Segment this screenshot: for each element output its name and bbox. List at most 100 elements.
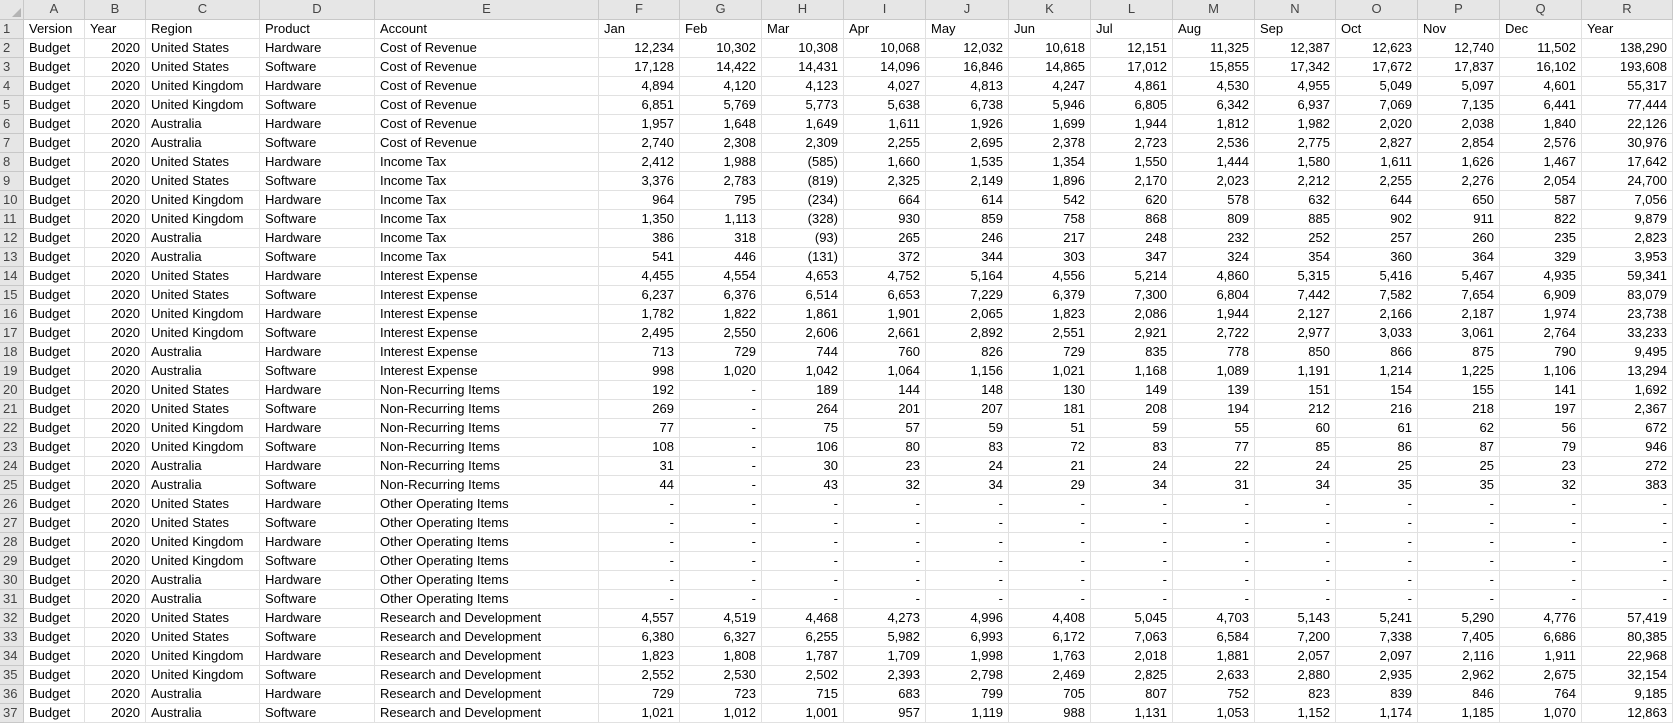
cell-m15[interactable]: 6,804 (1173, 286, 1255, 305)
row-header-2[interactable]: 2 (0, 39, 24, 58)
cell-j5[interactable]: 6,738 (926, 96, 1009, 115)
cell-q34[interactable]: 1,911 (1500, 647, 1582, 666)
column-header-l[interactable]: L (1091, 0, 1173, 20)
header-cell-c[interactable]: Region (146, 20, 260, 39)
cell-i20[interactable]: 144 (844, 381, 926, 400)
column-header-k[interactable]: K (1009, 0, 1091, 20)
cell-a34[interactable]: Budget (24, 647, 85, 666)
cell-e8[interactable]: Income Tax (375, 153, 599, 172)
cell-h21[interactable]: 264 (762, 400, 844, 419)
cell-m24[interactable]: 22 (1173, 457, 1255, 476)
cell-r33[interactable]: 80,385 (1582, 628, 1673, 647)
cell-a9[interactable]: Budget (24, 172, 85, 191)
cell-g20[interactable]: - (680, 381, 762, 400)
cell-o25[interactable]: 35 (1336, 476, 1418, 495)
cell-o20[interactable]: 154 (1336, 381, 1418, 400)
cell-p19[interactable]: 1,225 (1418, 362, 1500, 381)
cell-b9[interactable]: 2020 (85, 172, 146, 191)
cell-a14[interactable]: Budget (24, 267, 85, 286)
cell-n19[interactable]: 1,191 (1255, 362, 1336, 381)
cell-g14[interactable]: 4,554 (680, 267, 762, 286)
cell-a16[interactable]: Budget (24, 305, 85, 324)
cell-j7[interactable]: 2,695 (926, 134, 1009, 153)
cell-h15[interactable]: 6,514 (762, 286, 844, 305)
cell-i13[interactable]: 372 (844, 248, 926, 267)
cell-o6[interactable]: 2,020 (1336, 115, 1418, 134)
cell-i21[interactable]: 201 (844, 400, 926, 419)
cell-i6[interactable]: 1,611 (844, 115, 926, 134)
cell-a6[interactable]: Budget (24, 115, 85, 134)
cell-a32[interactable]: Budget (24, 609, 85, 628)
cell-e5[interactable]: Cost of Revenue (375, 96, 599, 115)
cell-f14[interactable]: 4,455 (599, 267, 680, 286)
cell-l9[interactable]: 2,170 (1091, 172, 1173, 191)
cell-l26[interactable]: - (1091, 495, 1173, 514)
cell-r7[interactable]: 30,976 (1582, 134, 1673, 153)
cell-l20[interactable]: 149 (1091, 381, 1173, 400)
cell-d37[interactable]: Software (260, 704, 375, 723)
cell-r24[interactable]: 272 (1582, 457, 1673, 476)
cell-q5[interactable]: 6,441 (1500, 96, 1582, 115)
cell-j23[interactable]: 83 (926, 438, 1009, 457)
cell-i35[interactable]: 2,393 (844, 666, 926, 685)
cell-g5[interactable]: 5,769 (680, 96, 762, 115)
row-header-30[interactable]: 30 (0, 571, 24, 590)
cell-i8[interactable]: 1,660 (844, 153, 926, 172)
cell-i25[interactable]: 32 (844, 476, 926, 495)
cell-e36[interactable]: Research and Development (375, 685, 599, 704)
cell-a13[interactable]: Budget (24, 248, 85, 267)
cell-c16[interactable]: United Kingdom (146, 305, 260, 324)
cell-r4[interactable]: 55,317 (1582, 77, 1673, 96)
cell-e27[interactable]: Other Operating Items (375, 514, 599, 533)
cell-c25[interactable]: Australia (146, 476, 260, 495)
cell-n3[interactable]: 17,342 (1255, 58, 1336, 77)
cell-o18[interactable]: 866 (1336, 343, 1418, 362)
header-cell-q[interactable]: Dec (1500, 20, 1582, 39)
cell-a18[interactable]: Budget (24, 343, 85, 362)
cell-n18[interactable]: 850 (1255, 343, 1336, 362)
cell-b24[interactable]: 2020 (85, 457, 146, 476)
cell-i31[interactable]: - (844, 590, 926, 609)
row-header-18[interactable]: 18 (0, 343, 24, 362)
cell-f7[interactable]: 2,740 (599, 134, 680, 153)
cell-b3[interactable]: 2020 (85, 58, 146, 77)
cell-h36[interactable]: 715 (762, 685, 844, 704)
cell-n23[interactable]: 85 (1255, 438, 1336, 457)
cell-g22[interactable]: - (680, 419, 762, 438)
cell-b7[interactable]: 2020 (85, 134, 146, 153)
cell-e30[interactable]: Other Operating Items (375, 571, 599, 590)
cell-d26[interactable]: Hardware (260, 495, 375, 514)
cell-d30[interactable]: Hardware (260, 571, 375, 590)
cell-p26[interactable]: - (1418, 495, 1500, 514)
column-header-g[interactable]: G (680, 0, 762, 20)
cell-q21[interactable]: 197 (1500, 400, 1582, 419)
cell-e4[interactable]: Cost of Revenue (375, 77, 599, 96)
cell-e14[interactable]: Interest Expense (375, 267, 599, 286)
cell-a20[interactable]: Budget (24, 381, 85, 400)
cell-l5[interactable]: 6,805 (1091, 96, 1173, 115)
cell-b32[interactable]: 2020 (85, 609, 146, 628)
cell-o32[interactable]: 5,241 (1336, 609, 1418, 628)
cell-k18[interactable]: 729 (1009, 343, 1091, 362)
cell-k37[interactable]: 988 (1009, 704, 1091, 723)
cell-f5[interactable]: 6,851 (599, 96, 680, 115)
cell-o27[interactable]: - (1336, 514, 1418, 533)
cell-a11[interactable]: Budget (24, 210, 85, 229)
column-header-p[interactable]: P (1418, 0, 1500, 20)
cell-l16[interactable]: 2,086 (1091, 305, 1173, 324)
cell-r8[interactable]: 17,642 (1582, 153, 1673, 172)
cell-g31[interactable]: - (680, 590, 762, 609)
cell-a37[interactable]: Budget (24, 704, 85, 723)
cell-r30[interactable]: - (1582, 571, 1673, 590)
cell-e2[interactable]: Cost of Revenue (375, 39, 599, 58)
cell-o26[interactable]: - (1336, 495, 1418, 514)
row-header-21[interactable]: 21 (0, 400, 24, 419)
cell-k13[interactable]: 303 (1009, 248, 1091, 267)
cell-k6[interactable]: 1,699 (1009, 115, 1091, 134)
cell-m22[interactable]: 55 (1173, 419, 1255, 438)
cell-l11[interactable]: 868 (1091, 210, 1173, 229)
cell-g19[interactable]: 1,020 (680, 362, 762, 381)
cell-h19[interactable]: 1,042 (762, 362, 844, 381)
cell-n20[interactable]: 151 (1255, 381, 1336, 400)
cell-l34[interactable]: 2,018 (1091, 647, 1173, 666)
